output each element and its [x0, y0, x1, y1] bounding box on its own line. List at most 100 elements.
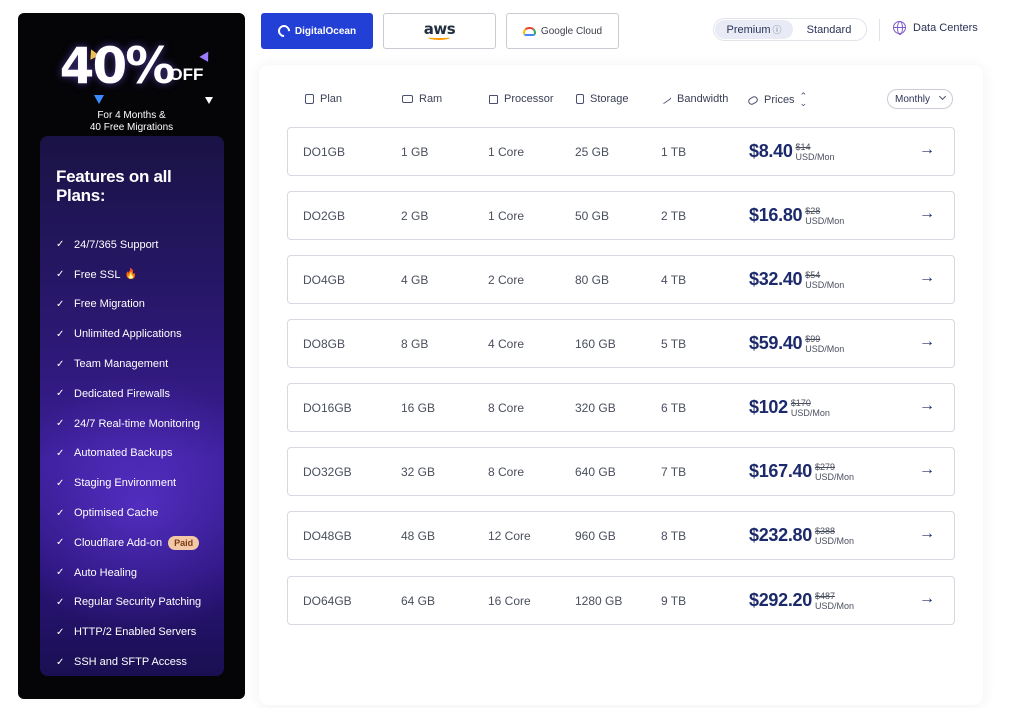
feature-label: Automated Backups — [74, 447, 173, 460]
features-box: Features on all Plans: ✓ 24/7/365 Support… — [40, 136, 224, 676]
plan-name: DO48GB — [303, 529, 352, 543]
check-icon: ✓ — [56, 447, 65, 459]
plan-price-current: $8.40 — [749, 141, 793, 161]
feature-item: ✓ Optimised Cache — [56, 498, 224, 528]
plan-price: $32.40 $54 USD/Mon — [749, 268, 844, 291]
plan-price: $167.40 $279 USD/Mon — [749, 460, 854, 483]
features-title: Features on all Plans: — [56, 167, 172, 205]
plan-price-unit: USD/Mon — [805, 280, 845, 290]
plan-storage: 80 GB — [575, 273, 610, 287]
plan-ram: 48 GB — [401, 529, 436, 543]
plan-processor: 4 Core — [488, 337, 525, 351]
arrow-right-icon[interactable]: → — [919, 333, 935, 351]
arrow-right-icon[interactable]: → — [919, 269, 935, 287]
promo-discount: 40%OFF — [18, 41, 245, 91]
tab-digitalocean[interactable]: DigitalOcean — [261, 13, 373, 49]
header-plan-label: Plan — [320, 93, 343, 105]
plan-row[interactable]: DO48GB 48 GB 12 Core 960 GB 8 TB $232.80 $388 U… — [287, 511, 955, 560]
check-icon: ✓ — [56, 298, 65, 310]
plan-name: DO64GB — [303, 594, 352, 608]
feature-item: ✓ Cloudflare Add-on Paid — [56, 528, 224, 558]
plan-row[interactable]: DO16GB 16 GB 8 Core 320 GB 6 TB $102 $170 USD/M… — [287, 383, 955, 432]
google-cloud-logo-icon — [522, 26, 536, 36]
sort-icon[interactable]: ⌃ ⌄ — [800, 92, 808, 108]
tier-standard-button[interactable]: Standard — [793, 20, 865, 39]
billing-period-select[interactable]: Monthly — [887, 89, 953, 109]
plan-ram: 8 GB — [401, 337, 429, 351]
plan-price: $102 $170 USD/Mon — [749, 396, 830, 419]
plan-row[interactable]: DO4GB 4 GB 2 Core 80 GB 4 TB $32.40 $54 USD/Mon… — [287, 255, 955, 304]
data-centers-link[interactable]: Data Centers — [893, 21, 978, 35]
header-plan: Plan — [305, 93, 342, 105]
data-centers-label: Data Centers — [913, 21, 978, 34]
paid-badge: Paid — [168, 535, 200, 550]
plan-price: $232.80 $388 USD/Mon — [749, 524, 854, 547]
plan-storage: 1280 GB — [575, 594, 623, 608]
plan-ram: 1 GB — [401, 145, 429, 159]
check-icon: ✓ — [56, 418, 65, 430]
feature-item: ✓ 24/7/365 Support — [56, 230, 224, 260]
feature-label: Unlimited Applications — [74, 328, 182, 341]
plan-price-current: $232.80 — [749, 525, 812, 545]
tab-aws[interactable]: aws — [383, 13, 496, 49]
plan-price-unit: USD/Mon — [805, 216, 845, 226]
plan-row[interactable]: DO8GB 8 GB 4 Core 160 GB 5 TB $59.40 $99 USD/Mo… — [287, 319, 955, 368]
plan-price-current: $16.80 — [749, 205, 803, 225]
processor-icon — [489, 94, 498, 104]
feature-label: HTTP/2 Enabled Servers — [74, 626, 197, 639]
arrow-right-icon[interactable]: → — [919, 525, 935, 543]
plan-price-current: $292.20 — [749, 590, 812, 610]
plan-price-unit: USD/Mon — [814, 536, 854, 546]
feature-label: Dedicated Firewalls — [74, 387, 170, 400]
arrow-right-icon[interactable]: → — [919, 141, 935, 159]
plan-price-unit: USD/Mon — [814, 601, 854, 611]
pricing-card: Plan Ram Processor Storage Bandwidth Pri… — [259, 65, 983, 705]
header-ram: Ram — [402, 93, 442, 105]
feature-label: Cloudflare Add-on — [74, 536, 163, 549]
feature-item: ✓ Regular Security Patching — [56, 588, 224, 618]
feature-label: Auto Healing — [74, 566, 137, 579]
plan-ram: 32 GB — [401, 465, 436, 479]
plan-name: DO16GB — [303, 401, 352, 415]
arrow-right-icon[interactable]: → — [919, 397, 935, 415]
feature-item: ✓ Unlimited Applications — [56, 319, 224, 349]
promo-panel: 40%OFF For 4 Months & 40 Free Migrations… — [18, 13, 245, 699]
plan-price-meta: $170 USD/Mon — [791, 398, 830, 419]
arrow-right-icon[interactable]: → — [919, 590, 935, 608]
info-icon[interactable]: ⓘ — [773, 23, 782, 36]
plan-price-meta: $99 USD/Mon — [805, 334, 844, 355]
plan-ram: 2 GB — [401, 209, 429, 223]
table-header: Plan Ram Processor Storage Bandwidth Pri… — [259, 90, 983, 110]
plan-bandwidth: 9 TB — [661, 594, 687, 608]
check-icon: ✓ — [56, 567, 65, 579]
header-bandwidth-label: Bandwidth — [677, 93, 729, 105]
plan-bandwidth: 4 TB — [661, 273, 687, 287]
plan-storage: 160 GB — [575, 337, 616, 351]
confetti-decoration — [94, 95, 104, 104]
header-prices[interactable]: Prices ⌃ ⌄ — [746, 92, 808, 108]
promo-discount-off: OFF — [169, 65, 204, 84]
feature-item: ✓ Free Migration — [56, 290, 224, 320]
check-icon: ✓ — [56, 358, 65, 370]
plan-row[interactable]: DO1GB 1 GB 1 Core 25 GB 1 TB $8.40 $14 USD/Mon → — [287, 127, 955, 176]
plan-ram: 64 GB — [401, 594, 436, 608]
plan-icon — [305, 94, 314, 104]
plan-ram: 4 GB — [401, 273, 429, 287]
ram-icon — [402, 95, 413, 103]
plan-storage: 640 GB — [575, 465, 616, 479]
arrow-right-icon[interactable]: → — [919, 461, 935, 479]
plan-price-original: $487 — [814, 591, 835, 601]
plan-processor: 8 Core — [488, 401, 525, 415]
plan-row[interactable]: DO2GB 2 GB 1 Core 50 GB 2 TB $16.80 $28 USD/Mon… — [287, 191, 955, 240]
plan-row[interactable]: DO32GB 32 GB 8 Core 640 GB 7 TB $167.40 $279 US… — [287, 447, 955, 496]
plan-price-meta: $388 USD/Mon — [815, 526, 854, 547]
billing-period-value: Monthly — [895, 93, 931, 105]
tab-google-cloud[interactable]: Google Cloud — [506, 13, 619, 49]
plan-row[interactable]: DO64GB 64 GB 16 Core 1280 GB 9 TB $292.20 $487… — [287, 576, 955, 625]
arrow-right-icon[interactable]: → — [919, 205, 935, 223]
feature-item: ✓ Free SSL 🔥 — [56, 260, 224, 290]
plan-price-original: $28 — [805, 206, 821, 216]
tier-premium-button[interactable]: Premium ⓘ — [715, 20, 793, 39]
plan-name: DO4GB — [303, 273, 346, 287]
plan-processor: 1 Core — [488, 209, 525, 223]
